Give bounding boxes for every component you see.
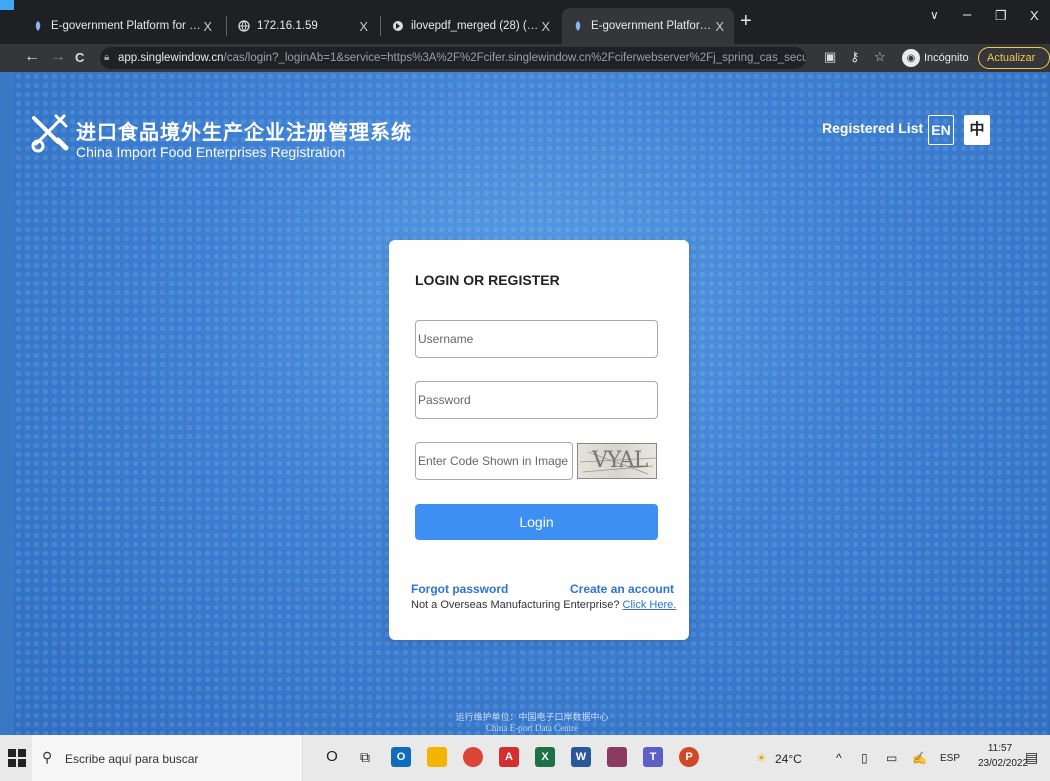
taskbar-search-box[interactable]: ⚲ Escribe aquí para buscar — [32, 735, 303, 781]
qr-code-icon[interactable]: ▣ — [824, 49, 836, 65]
outlook-icon[interactable]: O — [391, 747, 411, 767]
address-bar[interactable]: 🔒︎ app.singlewindow.cn/cas/login?_loginA… — [100, 47, 806, 69]
not-overseas-text: Not a Overseas Manufacturing Enterprise?… — [411, 599, 676, 611]
browser-toolbar: ← → C 🔒︎ app.singlewindow.cn/cas/login?_… — [0, 44, 1050, 84]
screen: E-government Platform for the C X 172.16… — [0, 0, 1050, 781]
create-account-link[interactable]: Create an account — [570, 582, 674, 596]
tab-title: E-government Platform for the C — [591, 20, 716, 32]
tab-egov-1[interactable]: E-government Platform for the C X — [22, 8, 222, 44]
tab-close-icon[interactable]: X — [541, 19, 550, 34]
globe-favicon-icon — [238, 20, 250, 32]
bookmark-star-icon[interactable]: ☆ — [874, 49, 886, 65]
weather-temperature[interactable]: 24°C — [775, 752, 802, 766]
update-label: Actualizar — [987, 52, 1036, 64]
browser-tab-strip: E-government Platform for the C X 172.16… — [0, 0, 1050, 44]
login-button[interactable]: Login — [415, 504, 658, 540]
back-button[interactable]: ← — [24, 48, 40, 66]
new-tab-button[interactable]: + — [740, 10, 752, 33]
word-icon[interactable]: W — [571, 747, 591, 767]
captcha-image[interactable]: VYAL — [577, 443, 657, 479]
not-overseas-label: Not a Overseas Manufacturing Enterprise? — [411, 599, 623, 611]
forward-button[interactable]: → — [50, 48, 66, 66]
captcha-input[interactable] — [415, 442, 573, 480]
window-accent — [0, 0, 14, 10]
tab-separator — [380, 16, 381, 36]
tab-title: E-government Platform for the C — [51, 20, 201, 32]
network-icon[interactable]: ▭ — [886, 751, 897, 765]
registered-list-link[interactable]: Registered List — [822, 120, 923, 136]
windows-taskbar: ⚲ Escribe aquí para buscar O ⧉ O A X W T… — [0, 735, 1050, 781]
battery-icon[interactable]: ▯ — [861, 751, 868, 765]
file-explorer-icon[interactable] — [427, 747, 447, 767]
language-zh-button[interactable]: 中 — [964, 115, 990, 145]
powerpoint-icon[interactable]: P — [679, 747, 699, 767]
tab-pdf[interactable]: ilovepdf_merged (28) (3).pdf X — [382, 8, 560, 44]
input-language[interactable]: ESP — [940, 753, 960, 764]
tab-egov-active[interactable]: E-government Platform for the C X — [562, 8, 734, 44]
login-heading: LOGIN OR REGISTER — [415, 272, 560, 288]
windows-start-icon[interactable] — [8, 749, 26, 767]
tab-close-icon[interactable]: X — [203, 19, 212, 34]
footer-operator-cn: 运行维护单位：中国电子口岸数据中心 — [455, 712, 609, 722]
url-domain: app.singlewindow.cn — [118, 52, 224, 64]
key-icon[interactable]: ⚷ — [850, 49, 860, 65]
globe-favicon-icon — [393, 21, 403, 31]
incognito-icon: ◉ — [902, 49, 920, 67]
weather-sun-icon: ☀ — [756, 751, 767, 765]
tab-close-icon[interactable]: X — [715, 19, 724, 34]
minimize-button[interactable]: – — [963, 6, 971, 23]
clock-time[interactable]: 11:57 — [978, 743, 1022, 754]
task-view-icon[interactable]: ⧉ — [355, 747, 375, 767]
url-path: /cas/login?_loginAb=1&service=https%3A%2… — [223, 52, 807, 64]
click-here-link[interactable]: Click Here. — [623, 599, 677, 611]
clock-date[interactable]: 23/02/2022 — [978, 758, 1028, 769]
brand-title-english: China Import Food Enterprises Registrati… — [76, 144, 346, 160]
leaf-favicon-icon — [35, 21, 41, 31]
tab-title: 172.16.1.59 — [257, 20, 318, 32]
lock-icon: 🔒︎ — [104, 52, 110, 63]
tab-separator — [226, 16, 227, 36]
search-icon: ⚲ — [42, 749, 53, 765]
update-button[interactable]: Actualizar ⋮ — [978, 47, 1050, 84]
pen-icon[interactable]: ✍ — [912, 751, 927, 765]
chrome-icon[interactable] — [463, 747, 483, 767]
incognito-indicator[interactable]: ◉ Incógnito — [902, 47, 969, 69]
tab-search-button[interactable]: ∨ — [930, 8, 939, 22]
maximize-button[interactable]: ❐ — [995, 8, 1007, 24]
cortana-icon[interactable]: O — [322, 747, 342, 767]
leaf-favicon-icon — [575, 21, 581, 31]
winrar-icon[interactable] — [607, 747, 627, 767]
teams-icon[interactable]: T — [643, 747, 663, 767]
tools-logo-icon — [31, 114, 69, 153]
reload-button[interactable]: C — [75, 50, 84, 65]
notifications-icon[interactable]: ▤ — [1025, 749, 1038, 766]
incognito-label: Incógnito — [924, 52, 969, 64]
login-page: 进口食品境外生产企业注册管理系统 China Import Food Enter… — [14, 72, 1050, 735]
tab-title: ilovepdf_merged (28) (3).pdf — [411, 20, 541, 32]
close-window-button[interactable]: X — [1030, 8, 1039, 23]
forgot-password-link[interactable]: Forgot password — [411, 582, 508, 596]
search-placeholder: Escribe aquí para buscar — [65, 752, 199, 766]
tab-ip-address[interactable]: 172.16.1.59 X — [228, 8, 378, 44]
footer-operator-en: China E-port Data Centre — [485, 723, 579, 733]
language-en-button[interactable]: EN — [928, 115, 954, 145]
excel-icon[interactable]: X — [535, 747, 555, 767]
username-input[interactable] — [415, 320, 658, 358]
brand-title-chinese: 进口食品境外生产企业注册管理系统 — [76, 122, 412, 144]
acrobat-icon[interactable]: A — [499, 747, 519, 767]
password-input[interactable] — [415, 381, 658, 419]
tray-chevron-icon[interactable]: ^ — [836, 751, 842, 765]
login-card: LOGIN OR REGISTER VYAL Login Forgot pass… — [389, 240, 689, 640]
tab-close-icon[interactable]: X — [359, 19, 368, 34]
captcha-text: VYAL — [592, 448, 648, 473]
